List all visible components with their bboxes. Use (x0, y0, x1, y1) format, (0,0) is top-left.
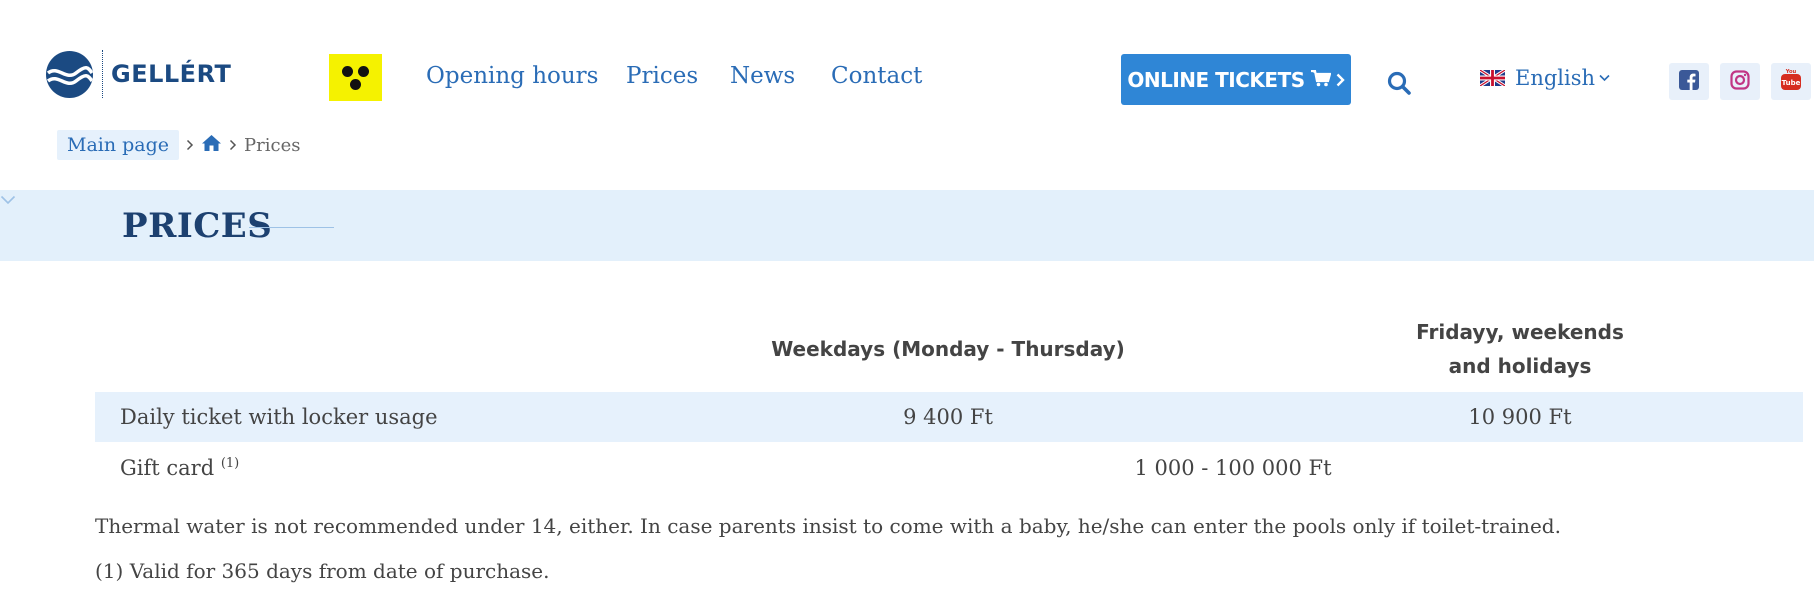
nav-news[interactable]: News (730, 63, 795, 89)
page-title: PRICES (122, 206, 273, 246)
online-tickets-button[interactable]: ONLINE TICKETS (1121, 54, 1351, 105)
weekend-price: 10 900 Ft (1468, 405, 1572, 429)
footnote-marker: (1) (220, 456, 240, 471)
accessibility-button[interactable] (329, 54, 382, 101)
braille-dot (342, 66, 353, 77)
facebook-button[interactable] (1669, 63, 1709, 100)
youtube-icon: You Tube (1780, 68, 1802, 96)
nav-prices[interactable]: Prices (626, 63, 698, 89)
column-header-weekend-line1: Fridayy, weekends (1416, 320, 1624, 344)
table-row: Gift card (1) 1 000 - 100 000 Ft (95, 442, 1803, 492)
online-tickets-label: ONLINE TICKETS (1127, 67, 1305, 92)
gift-card-price: 1 000 - 100 000 Ft (1134, 456, 1332, 480)
braille-dot (358, 66, 369, 77)
facebook-icon (1679, 69, 1699, 94)
nav-contact[interactable]: Contact (831, 63, 922, 89)
youtube-button[interactable]: You Tube (1771, 63, 1811, 100)
column-header-weekend-line2: and holidays (1448, 354, 1592, 378)
chevron-right-icon (186, 135, 194, 156)
breadcrumb-main-page[interactable]: Main page (57, 130, 180, 160)
chevron-down-icon (0, 190, 16, 209)
svg-text:You: You (1785, 68, 1797, 74)
search-icon[interactable] (1386, 70, 1412, 96)
row-label: Daily ticket with locker usage (120, 405, 438, 429)
gellert-logo[interactable]: GELLÉRT (46, 50, 231, 98)
instagram-icon (1730, 69, 1750, 94)
uk-flag-icon (1479, 68, 1506, 88)
language-label: English (1515, 66, 1596, 90)
chevron-down-icon (1599, 71, 1610, 85)
title-underline (249, 227, 334, 228)
chevron-right-icon (1336, 68, 1345, 92)
table-row: Daily ticket with locker usage 9 400 Ft … (95, 392, 1803, 442)
gift-card-label: Gift card (120, 456, 215, 480)
footnote: (1) Valid for 365 days from date of purc… (95, 559, 550, 583)
braille-dot (350, 79, 361, 90)
wave-logo-icon (46, 50, 93, 98)
cart-icon (1310, 68, 1332, 92)
svg-text:Tube: Tube (1782, 79, 1801, 87)
breadcrumb-current: Prices (244, 134, 301, 156)
age-note: Thermal water is not recommended under 1… (95, 514, 1561, 538)
home-icon[interactable] (201, 134, 222, 156)
weekday-price: 9 400 Ft (903, 405, 993, 429)
nav-opening-hours[interactable]: Opening hours (426, 63, 598, 89)
language-selector[interactable]: English (1479, 66, 1610, 90)
breadcrumb: Main page Prices (57, 130, 301, 160)
instagram-button[interactable] (1720, 63, 1760, 100)
logo-text: GELLÉRT (111, 60, 232, 88)
row-label: Gift card (1) (120, 456, 239, 480)
chevron-right-icon (229, 135, 237, 156)
column-header-weekdays: Weekdays (Monday - Thursday) (771, 337, 1125, 361)
logo-divider (102, 50, 103, 98)
